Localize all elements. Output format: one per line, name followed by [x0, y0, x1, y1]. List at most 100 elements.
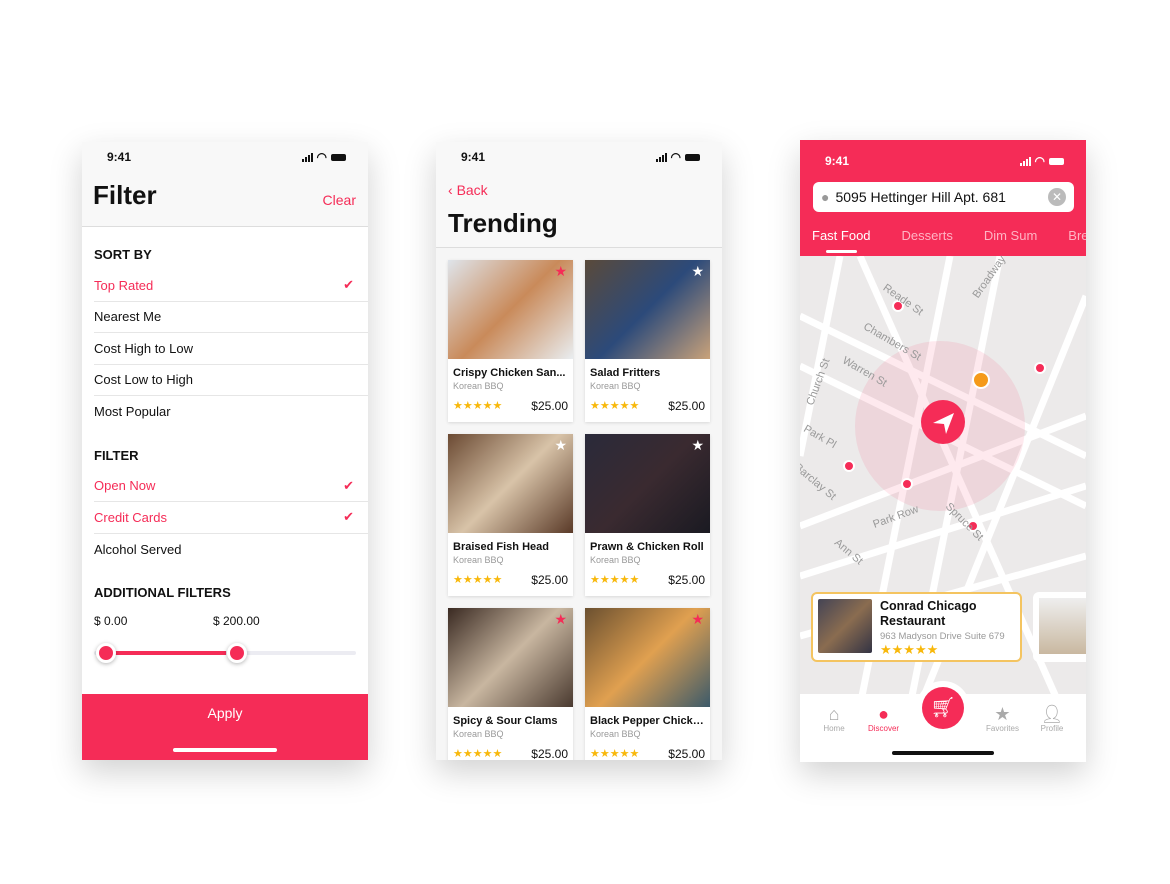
- page-title: Trending: [448, 208, 558, 238]
- home-indicator: [892, 751, 994, 755]
- option-row[interactable]: Cost High to Low: [94, 333, 368, 365]
- tab-category[interactable]: Breakfast: [1068, 228, 1086, 243]
- favorite-star-icon[interactable]: ★: [554, 263, 567, 280]
- price: $25.00: [531, 399, 568, 413]
- price-labels: $ 0.00 $ 200.00: [82, 608, 368, 634]
- user-icon: 👤︎: [1040, 704, 1064, 724]
- section-filter: FILTER: [94, 447, 139, 463]
- food-card[interactable]: ★ Prawn & Chicken Roll Korean BBQ ★★★★★ $25.…: [585, 434, 710, 596]
- option-row[interactable]: Open Now ✔: [94, 471, 368, 502]
- rating-stars: ★★★★★: [453, 400, 503, 412]
- checkmark-icon: ✔: [343, 277, 354, 293]
- discover-header: 9:41 ◠ ● 5095 Hettinger Hill Apt. 681 ✕ Fas…: [800, 140, 1086, 256]
- slider-max-handle[interactable]: [227, 643, 247, 663]
- trending-screen: 9:41 ◠ ‹ Back Trending ★ Crispy Chicken Sa…: [436, 142, 722, 760]
- restaurant-card-next[interactable]: [1033, 592, 1086, 662]
- trending-grid: ★ Crispy Chicken San... Korean BBQ ★★★★★ $25…: [436, 248, 722, 760]
- restaurant-image: [818, 599, 872, 653]
- restaurant-card[interactable]: Conrad Chicago Restaurant 963 Madyson Dri…: [811, 592, 1022, 662]
- option-row[interactable]: Top Rated ✔: [94, 270, 368, 302]
- nav-home[interactable]: ⌂ Home: [814, 704, 854, 762]
- favorite-star-icon[interactable]: ★: [691, 611, 704, 628]
- food-image: ★: [585, 260, 710, 359]
- nav-profile[interactable]: 👤︎ Profile: [1032, 704, 1072, 762]
- clear-button[interactable]: Clear: [323, 192, 356, 208]
- restaurant-image: [1039, 598, 1086, 654]
- price: $25.00: [531, 573, 568, 587]
- status-icons: ◠: [301, 150, 346, 164]
- checkmark-icon: ✔: [343, 509, 354, 525]
- filter-header: 9:41 ◠ Filter Clear: [82, 142, 368, 227]
- clear-search-button[interactable]: ✕: [1048, 188, 1066, 206]
- food-image: ★: [585, 608, 710, 707]
- sort-list: Top Rated ✔ Nearest Me Cost High to Low Cost…: [82, 270, 368, 428]
- tab-category[interactable]: Fast Food: [812, 228, 871, 253]
- wifi-icon: ◠: [316, 150, 327, 164]
- rating-stars: ★★★★★: [590, 574, 640, 586]
- location-pin-icon: ●: [821, 189, 830, 205]
- star-icon: ★: [994, 704, 1011, 724]
- status-bar: 9:41 ◠: [800, 140, 1086, 176]
- food-card[interactable]: ★ Salad Fritters Korean BBQ ★★★★★ $25.00: [585, 260, 710, 422]
- slider-min-handle[interactable]: [96, 643, 116, 663]
- favorite-star-icon[interactable]: ★: [554, 611, 567, 628]
- food-image: ★: [448, 434, 573, 533]
- option-row[interactable]: Alcohol Served: [94, 534, 368, 566]
- wifi-icon: ◠: [1034, 154, 1045, 168]
- food-image: ★: [448, 260, 573, 359]
- signal-icon: [655, 152, 667, 162]
- price-min: $ 0.00: [94, 614, 128, 628]
- status-icons: ◠: [655, 150, 700, 164]
- chevron-left-icon: ‹: [448, 182, 457, 198]
- tab-category[interactable]: Dim Sum: [984, 228, 1037, 243]
- battery-icon: [331, 153, 346, 161]
- slider-fill: [106, 651, 226, 655]
- option-row[interactable]: Most Popular: [94, 396, 368, 428]
- rating-stars: ★★★★★: [590, 748, 640, 760]
- discover-screen: 9:41 ◠ ● 5095 Hettinger Hill Apt. 681 ✕ Fas…: [800, 140, 1086, 762]
- price: $25.00: [531, 747, 568, 760]
- apply-button[interactable]: Apply: [82, 694, 368, 760]
- price-range-slider[interactable]: [94, 638, 356, 668]
- trending-header: 9:41 ◠ ‹ Back Trending: [436, 142, 722, 248]
- option-row[interactable]: Cost Low to High: [94, 365, 368, 396]
- cart-button[interactable]: 🛒︎: [922, 687, 964, 729]
- favorite-star-icon[interactable]: ★: [691, 263, 704, 280]
- rating-stars: ★★★★★: [453, 574, 503, 586]
- rating-stars: ★★★★★: [880, 642, 939, 657]
- favorite-star-icon[interactable]: ★: [554, 437, 567, 454]
- cart-icon: 🛒︎: [930, 697, 956, 719]
- map-pin-icon: ●: [878, 704, 889, 724]
- option-row[interactable]: Credit Cards ✔: [94, 502, 368, 534]
- checkmark-icon: ✔: [343, 477, 354, 493]
- home-indicator: [173, 748, 277, 752]
- section-additional-filters: ADDITIONAL FILTERS: [94, 585, 231, 600]
- price: $25.00: [668, 399, 705, 413]
- food-image: ★: [585, 434, 710, 533]
- tab-category[interactable]: Desserts: [902, 228, 953, 243]
- battery-icon: [685, 153, 700, 161]
- battery-icon: [1049, 157, 1064, 165]
- status-bar: 9:41 ◠: [436, 142, 722, 172]
- price: $25.00: [668, 573, 705, 587]
- filter-screen: 9:41 ◠ Filter Clear SORT BY Top Rated ✔ Nea…: [82, 142, 368, 760]
- rating-stars: ★★★★★: [453, 748, 503, 760]
- food-card[interactable]: ★ Spicy & Sour Clams Korean BBQ ★★★★★ $25.00: [448, 608, 573, 760]
- page-title: Filter: [93, 180, 157, 210]
- signal-icon: [1019, 156, 1031, 166]
- status-icons: ◠: [1019, 154, 1064, 168]
- back-button[interactable]: ‹ Back: [448, 182, 488, 198]
- food-card[interactable]: ★ Crispy Chicken San... Korean BBQ ★★★★★ $25…: [448, 260, 573, 422]
- option-row[interactable]: Nearest Me: [94, 302, 368, 333]
- food-card[interactable]: ★ Black Pepper Chicken Korean BBQ ★★★★★ $25.…: [585, 608, 710, 760]
- wifi-icon: ◠: [670, 150, 681, 164]
- price-max: $ 200.00: [213, 614, 260, 628]
- favorite-star-icon[interactable]: ★: [691, 437, 704, 454]
- section-sort-by: SORT BY: [94, 247, 152, 262]
- food-image: ★: [448, 608, 573, 707]
- status-bar: 9:41 ◠: [82, 142, 368, 172]
- address-search-input[interactable]: ● 5095 Hettinger Hill Apt. 681 ✕: [813, 182, 1074, 212]
- food-card[interactable]: ★ Braised Fish Head Korean BBQ ★★★★★ $25.00: [448, 434, 573, 596]
- rating-stars: ★★★★★: [590, 400, 640, 412]
- price: $25.00: [668, 747, 705, 760]
